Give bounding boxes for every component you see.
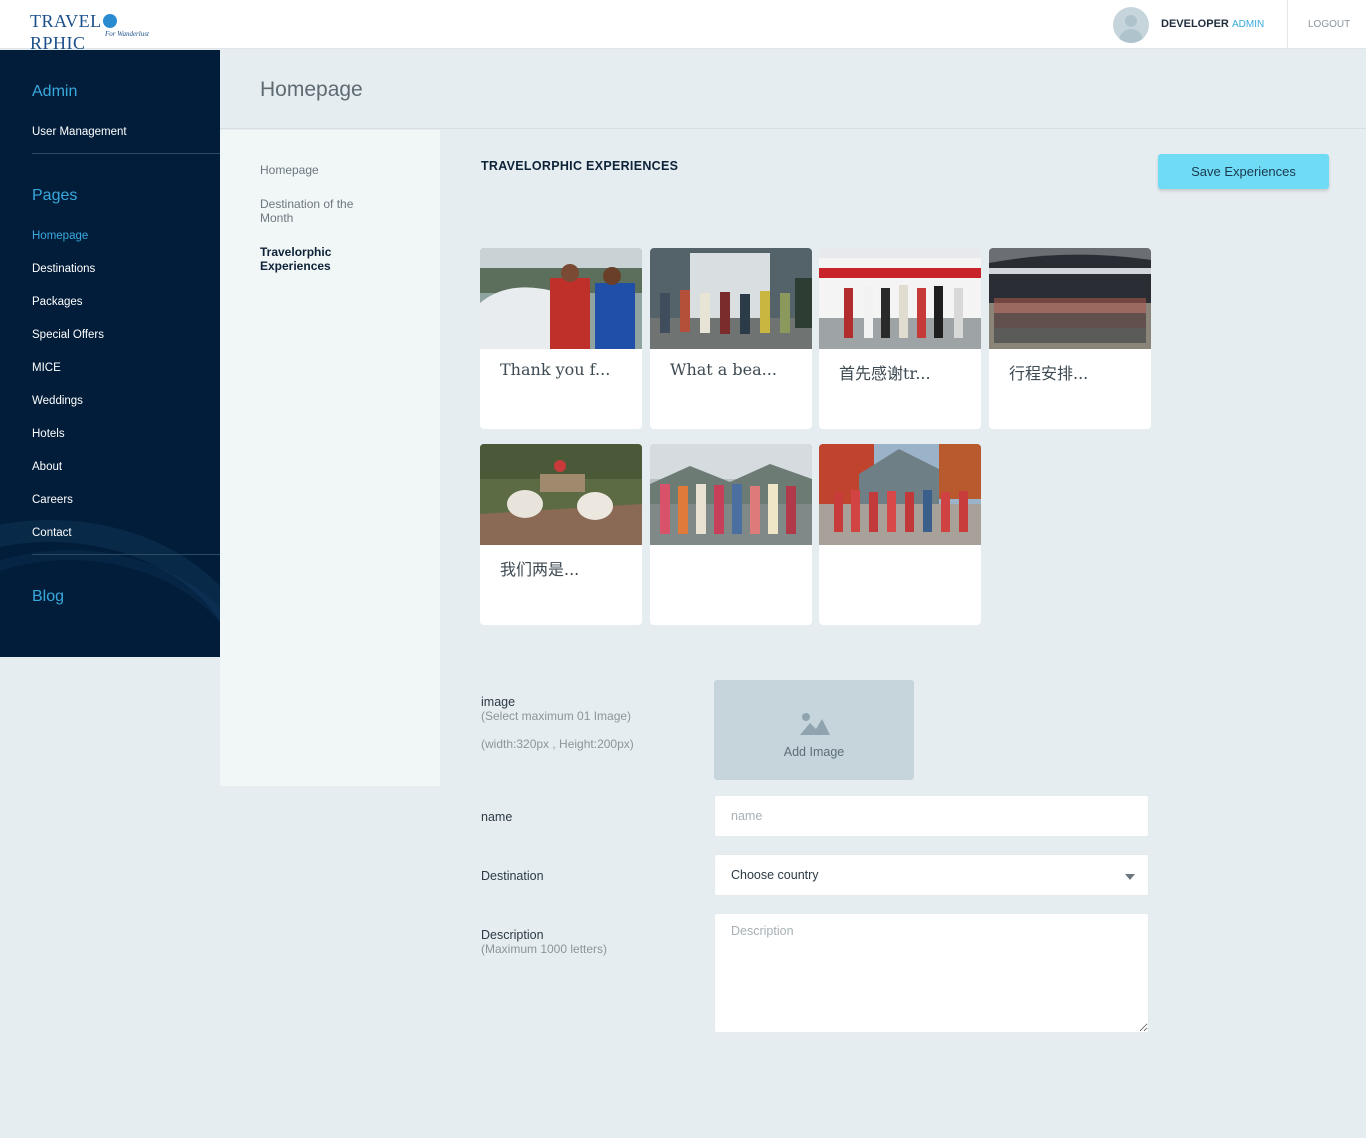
subnav-item-homepage[interactable]: Homepage — [260, 163, 400, 177]
name-input[interactable] — [714, 795, 1149, 837]
experience-card[interactable]: 行程安排... — [989, 248, 1151, 429]
sidebar-item-hotels[interactable]: Hotels — [32, 428, 65, 440]
save-experiences-button[interactable]: Save Experiences — [1158, 154, 1329, 189]
section-title: TRAVELORPHIC EXPERIENCES — [481, 159, 679, 173]
brand-logo[interactable]: TRAVELRPHIC For Wanderlust — [30, 10, 160, 53]
experience-card[interactable]: 首先感谢tr... — [819, 248, 981, 429]
experience-card[interactable] — [650, 444, 812, 625]
sidebar-item-special-offers[interactable]: Special Offers — [32, 329, 104, 341]
header-divider — [1287, 0, 1288, 49]
top-bar: TRAVELRPHIC For Wanderlust DEVELOPER ADM… — [0, 0, 1366, 53]
experience-card[interactable]: 我们两是... — [480, 444, 642, 625]
description-label: Description — [481, 928, 544, 942]
image-label: image — [481, 695, 516, 709]
experience-caption: 首先感谢tr... — [839, 364, 931, 383]
sidebar-item-mice[interactable]: MICE — [32, 362, 61, 374]
experience-photo — [819, 444, 981, 545]
chevron-down-icon — [1125, 874, 1135, 880]
user-role: ADMIN — [1232, 19, 1265, 30]
image-hint: (Select maximum 01 Image) — [481, 709, 632, 723]
page-header: Homepage — [220, 50, 1366, 129]
sidebar-heading-admin[interactable]: Admin — [32, 83, 77, 101]
sidebar-item-destinations[interactable]: Destinations — [32, 263, 95, 275]
experience-photo — [480, 248, 642, 349]
sidebar-item-about[interactable]: About — [32, 461, 62, 473]
sidebar-heading-blog[interactable]: Blog — [32, 588, 64, 606]
experience-card[interactable] — [819, 444, 981, 625]
description-textarea[interactable] — [714, 913, 1149, 1033]
user-name: DEVELOPER — [1161, 18, 1229, 30]
experience-caption: What a bea... — [670, 360, 777, 379]
sidebar-item-careers[interactable]: Careers — [32, 494, 73, 506]
experience-photo — [650, 444, 812, 545]
sidebar-item-packages[interactable]: Packages — [32, 296, 83, 308]
subnav-item-destination-of-the-month[interactable]: Destination of the Month — [260, 197, 380, 225]
page-title: Homepage — [260, 78, 363, 101]
sidebar-item-homepage[interactable]: Homepage — [32, 230, 88, 242]
logo-text-left: TRAVEL — [30, 11, 102, 31]
image-size-hint: (width:320px , Height:200px) — [481, 737, 634, 751]
sidebar-item-weddings[interactable]: Weddings — [32, 395, 83, 407]
destination-select[interactable]: Choose country — [714, 854, 1149, 896]
image-icon — [800, 713, 830, 735]
add-image-button[interactable]: Add Image — [714, 680, 914, 780]
destination-label: Destination — [481, 869, 544, 883]
logo-tagline: For Wanderlust — [105, 30, 149, 38]
name-label: name — [481, 810, 513, 824]
subnav-item-travelorphic-experiences[interactable]: Travelorphic Experiences — [260, 245, 360, 273]
experience-caption: Thank you f... — [500, 360, 611, 379]
sidebar-divider — [32, 554, 220, 555]
experience-caption: 我们两是... — [500, 560, 580, 579]
sidebar-heading-pages[interactable]: Pages — [32, 187, 77, 205]
globe-icon — [102, 14, 117, 28]
destination-selected-value: Choose country — [731, 868, 819, 882]
logout-link[interactable]: LOGOUT — [1308, 19, 1350, 30]
sub-navigation: Homepage Destination of the Month Travel… — [220, 130, 440, 786]
experience-card[interactable]: Thank you f... — [480, 248, 642, 429]
experience-card[interactable]: What a bea... — [650, 248, 812, 429]
experience-caption: 行程安排... — [1009, 364, 1089, 383]
sidebar-divider — [32, 153, 220, 154]
sidebar-item-user-management[interactable]: User Management — [32, 126, 127, 138]
experience-photo — [989, 248, 1151, 349]
add-image-label: Add Image — [783, 745, 845, 759]
experience-photo — [480, 444, 642, 545]
description-hint: (Maximum 1000 letters) — [481, 942, 608, 956]
user-avatar-icon[interactable] — [1113, 7, 1149, 43]
experience-photo — [819, 248, 981, 349]
experience-photo — [650, 248, 812, 349]
sidebar-item-contact[interactable]: Contact — [32, 527, 72, 539]
sidebar: Admin User Management Pages Homepage Des… — [0, 50, 220, 657]
